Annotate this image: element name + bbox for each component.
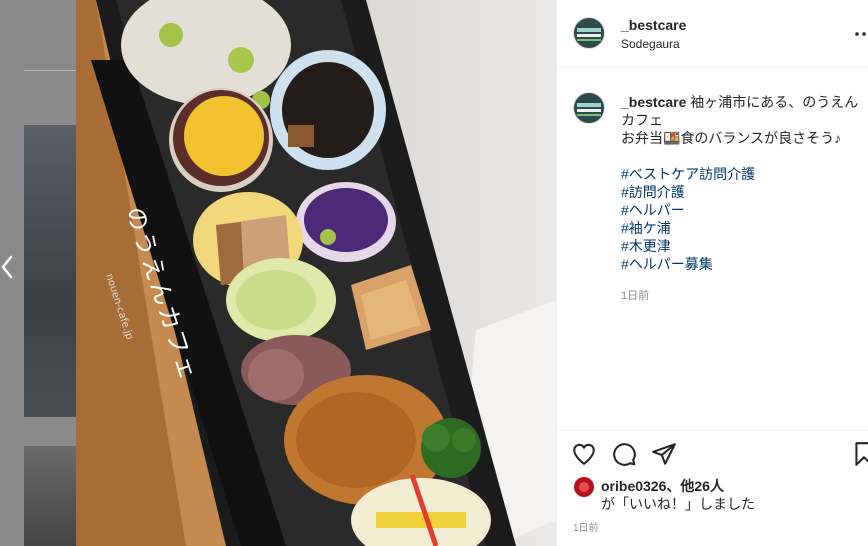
- caption-text: カフェ: [621, 112, 663, 128]
- post-header: _bestcare Sodegaura: [557, 0, 868, 68]
- share-icon[interactable]: [651, 441, 679, 469]
- likes-summary[interactable]: oribe0326、他26人: [601, 476, 724, 496]
- post-photo[interactable]: のうえんカフェ nouen-cafe.jp: [76, 0, 556, 546]
- comment-icon[interactable]: [611, 441, 639, 469]
- caption-timestamp: 1日前: [621, 290, 650, 302]
- background-thumbnail: [24, 125, 76, 417]
- hashtag-link[interactable]: #訪問介護: [621, 183, 755, 201]
- post-timestamp: 1日前: [573, 523, 599, 534]
- hashtag-link[interactable]: #袖ケ浦: [621, 219, 755, 237]
- likes-text: が「いいね！」しました: [601, 496, 755, 512]
- hashtag-link[interactable]: #ヘルパー: [621, 201, 755, 219]
- caption-avatar[interactable]: [573, 92, 605, 124]
- more-icon[interactable]: [854, 24, 868, 44]
- chevron-left-icon[interactable]: [0, 252, 14, 282]
- background-thumbnail: [24, 446, 76, 546]
- caption-text: 袖ヶ浦市にある、のうえん: [686, 94, 859, 110]
- background-overlay: [0, 0, 76, 546]
- post-caption: _bestcare 袖ヶ浦市にある、のうえん カフェ お弁当🍱食のバランスが良さ…: [621, 93, 865, 147]
- hashtag-link[interactable]: #ベストケア訪問介護: [621, 165, 755, 183]
- heart-icon[interactable]: [571, 441, 599, 469]
- liker-avatar[interactable]: [574, 477, 594, 497]
- action-bar: oribe0326、他26人 が「いいね！」しました 1日前: [557, 430, 868, 546]
- bento-illustration: のうえんカフェ nouen-cafe.jp: [76, 0, 556, 546]
- author-avatar[interactable]: [573, 17, 605, 49]
- background-divider: [24, 70, 76, 71]
- post-panel: _bestcare Sodegaura _bestcare 袖ヶ浦市にある、のう…: [556, 0, 868, 546]
- caption-text: お弁当🍱食のバランスが良さそう♪: [621, 130, 842, 146]
- hashtag-link[interactable]: #木更津: [621, 237, 755, 255]
- hashtag-list: #ベストケア訪問介護 #訪問介護 #ヘルパー #袖ケ浦 #木更津 #ヘルパー募集: [621, 165, 755, 273]
- post-location[interactable]: Sodegaura: [621, 37, 680, 51]
- caption-username[interactable]: _bestcare: [621, 94, 686, 110]
- bookmark-icon[interactable]: [851, 441, 868, 469]
- author-username[interactable]: _bestcare: [621, 17, 686, 33]
- hashtag-link[interactable]: #ヘルパー募集: [621, 255, 755, 273]
